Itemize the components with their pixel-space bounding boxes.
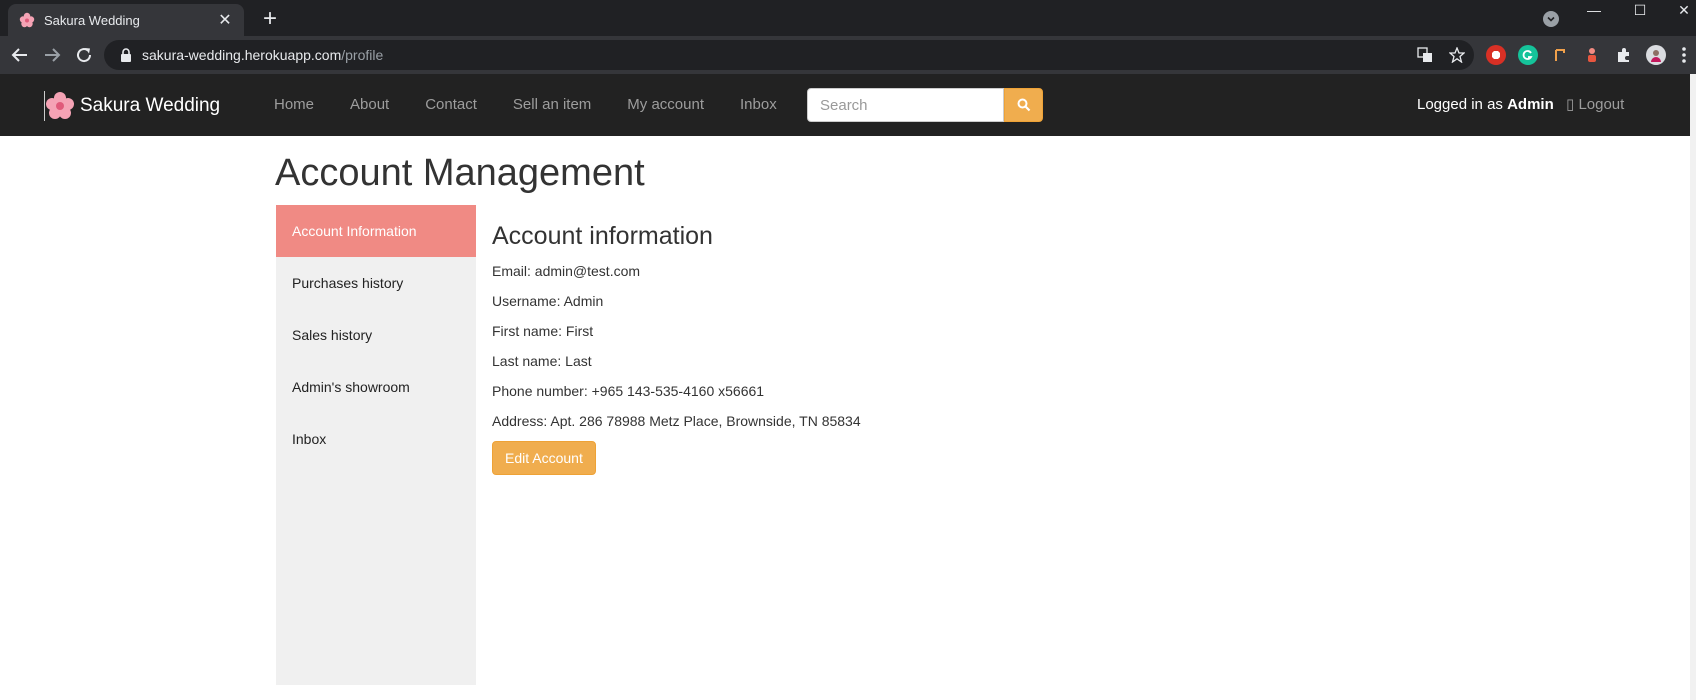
lock-icon bbox=[120, 48, 132, 62]
account-sidebar: Account Information Purchases history Sa… bbox=[276, 205, 476, 685]
search-input[interactable] bbox=[807, 88, 1004, 122]
sidebar-item-showroom[interactable]: Admin's showroom bbox=[276, 361, 476, 413]
sakura-favicon-icon bbox=[18, 11, 36, 29]
logged-in-prefix: Logged in as bbox=[1417, 96, 1508, 113]
account-info-panel: Account information Email: admin@test.co… bbox=[492, 222, 861, 475]
extension-figure-icon[interactable] bbox=[1582, 45, 1602, 65]
edit-account-button[interactable]: Edit Account bbox=[492, 441, 596, 475]
nav-inbox[interactable]: Inbox bbox=[722, 74, 795, 136]
nav-my-account[interactable]: My account bbox=[609, 74, 722, 136]
sidebar-item-inbox[interactable]: Inbox bbox=[276, 413, 476, 465]
grammarly-extension-icon[interactable] bbox=[1518, 45, 1538, 65]
profile-avatar[interactable] bbox=[1646, 45, 1666, 65]
forward-arrow-icon[interactable] bbox=[40, 43, 64, 67]
url-host: sakura-wedding.herokuapp.com bbox=[142, 47, 342, 63]
url-text: sakura-wedding.herokuapp.com/profile bbox=[142, 47, 383, 63]
nav-contact[interactable]: Contact bbox=[407, 74, 495, 136]
section-title: Account information bbox=[492, 222, 713, 250]
reload-icon[interactable] bbox=[72, 43, 96, 67]
logout-icon: ▯ bbox=[1566, 96, 1575, 113]
tab-title: Sakura Wedding bbox=[44, 12, 140, 28]
logout-link[interactable]: ▯ Logout bbox=[1566, 74, 1624, 136]
browser-tab-bar: Sakura Wedding ✕ + — ☐ ✕ bbox=[0, 0, 1696, 36]
browser-menu-icon[interactable] bbox=[1672, 43, 1696, 67]
translate-icon[interactable] bbox=[1416, 46, 1434, 64]
email-field: Email: admin@test.com bbox=[492, 263, 641, 279]
address-field: Address: Apt. 286 78988 Metz Place, Brow… bbox=[492, 413, 861, 429]
sidebar-item-purchases-history[interactable]: Purchases history bbox=[276, 257, 476, 309]
nav-about[interactable]: About bbox=[332, 74, 407, 136]
sidebar-item-sales-history[interactable]: Sales history bbox=[276, 309, 476, 361]
bookmark-star-icon[interactable] bbox=[1448, 46, 1466, 64]
first-name-field: First name: First bbox=[492, 323, 594, 339]
logged-in-status: Logged in as Admin bbox=[1417, 74, 1554, 136]
site-navbar: Sakura Wedding Home About Contact Sell a… bbox=[0, 74, 1690, 136]
page-title: Account Management bbox=[275, 152, 645, 194]
page-scrollbar[interactable] bbox=[1690, 74, 1696, 700]
extensions-puzzle-icon[interactable] bbox=[1614, 45, 1634, 65]
last-name-field: Last name: Last bbox=[492, 353, 592, 369]
new-tab-button[interactable]: + bbox=[258, 6, 282, 32]
search-button[interactable] bbox=[1004, 88, 1043, 122]
browser-toolbar: sakura-wedding.herokuapp.com/profile bbox=[0, 36, 1696, 74]
phone-field: Phone number: +965 143-535-4160 x56661 bbox=[492, 383, 765, 399]
back-arrow-icon[interactable] bbox=[8, 43, 32, 67]
logged-in-user: Admin bbox=[1507, 96, 1554, 113]
url-path: /profile bbox=[341, 47, 384, 63]
search-icon bbox=[1017, 98, 1030, 112]
nav-home[interactable]: Home bbox=[256, 74, 332, 136]
browser-tab[interactable]: Sakura Wedding ✕ bbox=[8, 4, 244, 36]
window-close-button[interactable]: ✕ bbox=[1672, 2, 1696, 19]
brand-link[interactable]: Sakura Wedding bbox=[44, 91, 220, 121]
nav-sell-item[interactable]: Sell an item bbox=[495, 74, 609, 136]
address-bar[interactable]: sakura-wedding.herokuapp.com/profile bbox=[104, 40, 1474, 70]
sakura-logo-icon bbox=[44, 91, 74, 121]
logout-label: Logout bbox=[1578, 96, 1625, 113]
search-form bbox=[807, 88, 1043, 122]
main-nav: Home About Contact Sell an item My accou… bbox=[256, 74, 795, 136]
tab-close-icon[interactable]: ✕ bbox=[216, 10, 234, 30]
brand-name: Sakura Wedding bbox=[80, 95, 221, 116]
username-field: Username: Admin bbox=[492, 293, 604, 309]
adblock-extension-icon[interactable] bbox=[1486, 45, 1506, 65]
extension-tool-icon[interactable] bbox=[1550, 45, 1570, 65]
window-maximize-button[interactable]: ☐ bbox=[1628, 2, 1652, 19]
sidebar-item-account-information[interactable]: Account Information bbox=[276, 205, 476, 257]
window-minimize-button[interactable]: — bbox=[1582, 2, 1606, 18]
tab-search-icon[interactable] bbox=[1543, 11, 1559, 27]
